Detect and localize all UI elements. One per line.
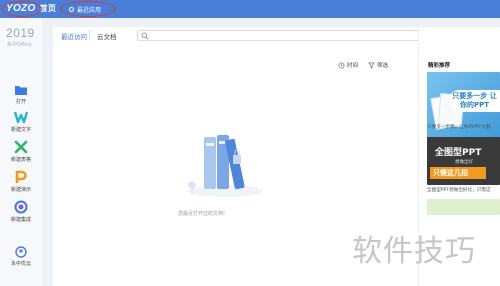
clock-icon <box>338 62 345 68</box>
sidebar-item-label: 新建文字 <box>10 127 31 133</box>
filter-icon <box>368 62 375 69</box>
recommendation-card-2[interactable]: 全图型PPT 想做出好 只需这几招 <box>427 137 500 185</box>
tab-divider <box>89 30 90 39</box>
tab-cloud-docs[interactable]: 云文档 <box>97 31 117 41</box>
sidebar-item-new-presentation[interactable]: 新建演示 <box>0 170 42 193</box>
version-year: 2019 <box>6 26 35 40</box>
card2-banner: 只需这几招 <box>430 167 486 179</box>
word-icon <box>14 111 28 124</box>
filter-label: 筛选 <box>377 63 389 69</box>
sidebar: 2019 永中Office 打开 新建文字 新建表格 新建演示 新建集成 永中优… <box>0 18 42 286</box>
suite-icon <box>14 200 28 214</box>
empty-state-text: 您最近打开过的文档! <box>178 211 226 217</box>
sidebar-item-new-doc[interactable]: 新建文字 <box>0 110 42 133</box>
sidebar-item-cloud[interactable]: 永中优云 <box>0 246 42 267</box>
search-icon <box>141 32 149 40</box>
card1-headline: 只要多一步 让你的PPT <box>449 90 500 112</box>
title-bar: YOZO 首页 最近应用 <box>0 0 500 18</box>
sidebar-item-open[interactable]: 打开 <box>0 84 42 105</box>
sidebar-item-label: 永中优云 <box>10 261 31 267</box>
sidebar-item-label: 新建演示 <box>10 187 31 193</box>
presentation-icon <box>15 170 27 183</box>
folder-icon <box>15 86 27 95</box>
recommendation-title: 精彩推荐 <box>428 63 451 69</box>
filter-bar: 时间 筛选 <box>338 61 388 69</box>
sheet-icon <box>14 140 28 154</box>
sidebar-item-label: 新建集成 <box>10 217 31 223</box>
sidebar-item-new-sheet[interactable]: 新建表格 <box>0 140 42 163</box>
recommendation-card-3[interactable] <box>427 199 500 215</box>
card2-headline: 全图型PPT <box>435 148 482 158</box>
card2-caption[interactable]: 全图型PPT想做出好比，只需这 <box>427 187 500 193</box>
annotation-circle-tab <box>60 1 116 17</box>
card2-subtitle: 想做出好 <box>455 160 473 165</box>
tab-recent[interactable]: 最近访问 <box>61 31 87 41</box>
card1-caption[interactable]: 只要多一步骤，让你的PPT大翻 <box>427 124 500 130</box>
home-tab[interactable]: 首页 <box>40 4 57 13</box>
sidebar-item-label: 新建表格 <box>10 157 31 163</box>
recommendation-card-1[interactable]: 只要多一步 让你的PPT <box>427 72 500 144</box>
annotation-circle-home <box>2 1 42 17</box>
version-subtitle: 永中Office <box>7 42 32 48</box>
filter-button[interactable]: 筛选 <box>368 61 388 69</box>
sort-time-label: 时间 <box>347 63 359 69</box>
cloud-user-icon <box>15 246 27 258</box>
sort-time-button[interactable]: 时间 <box>338 61 358 69</box>
sidebar-item-new-suite[interactable]: 新建集成 <box>0 200 42 223</box>
search-input[interactable] <box>137 30 461 41</box>
sidebar-item-label: 打开 <box>15 99 26 105</box>
watermark: 软件技巧 <box>352 234 476 269</box>
